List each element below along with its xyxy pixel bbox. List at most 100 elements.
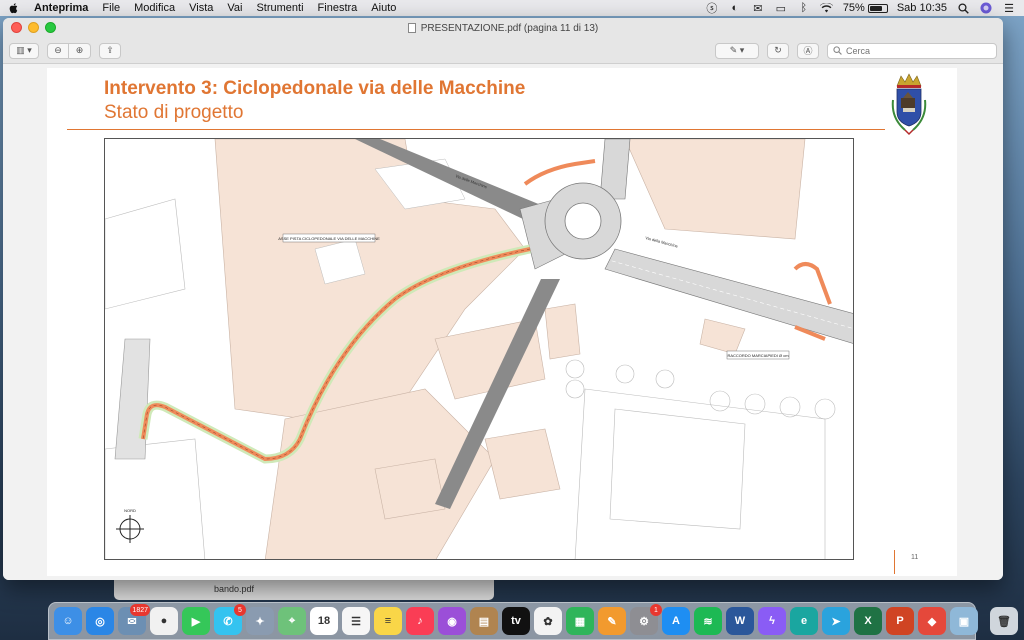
map-raccordo-label: RACCORDO MARCIAPIEDI Ø cm xyxy=(727,353,789,358)
menu-clock[interactable]: Sab 10:35 xyxy=(897,2,947,14)
dock-glyph: ϟ xyxy=(769,615,775,627)
dock-telegram-icon[interactable]: ➤ xyxy=(822,607,850,635)
dock-glyph: 🗑 xyxy=(997,615,1011,628)
spotlight-search-icon[interactable] xyxy=(956,2,970,14)
dock-glyph: ▶ xyxy=(191,615,201,628)
sidebar-toggle-button[interactable]: ▥ ▾ xyxy=(9,42,39,59)
close-window-button[interactable] xyxy=(11,22,22,33)
dock-notes-icon[interactable]: ≡ xyxy=(374,607,402,635)
dock-glyph: ✆ xyxy=(223,615,233,628)
battery-indicator[interactable]: 75% xyxy=(843,2,888,14)
north-label: NORD xyxy=(124,508,136,513)
rotate-button[interactable]: ↻ xyxy=(767,42,789,59)
dock-glyph: ▦ xyxy=(574,615,586,628)
dock-glyph: ≋ xyxy=(703,615,713,628)
dock-glyph: ⚙ xyxy=(639,615,649,628)
background-window[interactable]: bando.pdf xyxy=(114,578,494,600)
dock-glyph: ➤ xyxy=(831,615,841,628)
dock-excel-icon[interactable]: X xyxy=(854,607,882,635)
menu-edit[interactable]: Modifica xyxy=(134,2,175,14)
title-divider xyxy=(67,129,885,130)
siri-icon[interactable] xyxy=(979,2,993,14)
dock-glyph: tv xyxy=(511,615,521,627)
dock-glyph: ● xyxy=(160,615,168,627)
background-file-label: bando.pdf xyxy=(214,584,255,594)
dock: ☺ ◎ ✉ 1827 ● ▶ ✆ 5 ✦ ⌖ 18 ☰ ≡ ♪ ◉ ▤ tv ✿ ▦ ✎ ⚙ 1 A ≋ Wϟ e ➤ X P ◆ ▣ 🗑 xyxy=(48,602,1018,640)
airplay-icon[interactable]: ▭ xyxy=(774,2,788,15)
menu-help[interactable]: Aiuto xyxy=(371,2,396,14)
municipal-crest-logo xyxy=(891,73,927,136)
battery-icon xyxy=(867,3,888,13)
dock-calendar-icon[interactable]: 18 xyxy=(310,607,338,635)
map-street-label-2: Via della Macchine xyxy=(645,235,679,249)
dock-app-store-icon[interactable]: A xyxy=(662,607,690,635)
share-button[interactable]: ⇪ xyxy=(99,42,121,59)
dock-glyph: ✉ xyxy=(127,615,137,628)
zoom-in-button[interactable]: ⊕ xyxy=(69,42,91,59)
onedrive-status-icon[interactable]: ⓢ xyxy=(705,2,719,15)
dock-facetime-icon[interactable]: ▶ xyxy=(182,607,210,635)
slide-title: Intervento 3: Ciclopedonale via delle Ma… xyxy=(104,78,526,99)
dock-system-preferences-icon[interactable]: ⚙ 1 xyxy=(630,604,662,635)
dock-podcasts-icon[interactable]: ◉ xyxy=(438,607,466,635)
dock-photos-icon[interactable]: ✿ xyxy=(534,607,562,635)
dock-numbers-icon[interactable]: ▦ xyxy=(566,607,594,635)
apple-icon[interactable] xyxy=(8,2,20,14)
search-field[interactable] xyxy=(827,42,997,59)
dock-glyph: ✦ xyxy=(255,615,265,628)
minimize-window-button[interactable] xyxy=(28,22,39,33)
menu-tools[interactable]: Strumenti xyxy=(256,2,303,14)
dock-mail-pic-icon[interactable]: ✉ 1827 xyxy=(118,604,150,635)
dock-maps-icon[interactable]: ⌖ xyxy=(278,607,306,635)
dock-messenger-icon[interactable]: ϟ xyxy=(758,607,786,635)
notification-badge: 5 xyxy=(234,604,246,616)
menu-view[interactable]: Vista xyxy=(189,2,213,14)
dock-glyph: e xyxy=(800,615,808,627)
menu-bar: Anteprima File Modifica Vista Vai Strume… xyxy=(0,0,1024,16)
mail-status-icon[interactable]: ✉ xyxy=(751,2,765,15)
annotate-button[interactable]: Ⓐ xyxy=(797,42,819,59)
window-titlebar[interactable]: PRESENTAZIONE.pdf (pagina 11 di 13) xyxy=(3,18,1003,38)
dock-safari-icon[interactable]: ◎ xyxy=(86,607,114,635)
bluetooth-icon[interactable]: ᛒ xyxy=(797,2,811,14)
dock-anydesk-icon[interactable]: ◆ xyxy=(918,607,946,635)
dock-finder-icon[interactable]: ☺ xyxy=(54,607,82,635)
dock-launchpad-icon[interactable]: ✦ xyxy=(246,607,274,635)
dock-spotify-icon[interactable]: ≋ xyxy=(694,607,722,635)
document-icon xyxy=(407,23,416,33)
zoom-out-button[interactable]: ⊖ xyxy=(47,42,69,59)
dock-glyph: 18 xyxy=(317,615,331,627)
sync-status-icon[interactable]: ◐ xyxy=(728,2,742,14)
menu-go[interactable]: Vai xyxy=(227,2,242,14)
dock-glyph: ◉ xyxy=(447,615,457,628)
dock-trash-icon[interactable]: 🗑 xyxy=(990,607,1018,635)
document-view[interactable]: Intervento 3: Ciclopedonale via delle Ma… xyxy=(3,64,1003,580)
dock-glyph: ▣ xyxy=(958,615,970,628)
dock-tv-icon[interactable]: tv xyxy=(502,607,530,635)
dock-glyph: ✿ xyxy=(543,615,553,628)
dock-notebook-icon[interactable]: ▤ xyxy=(470,607,498,635)
dock-chrome-icon[interactable]: ● xyxy=(150,607,178,635)
dock-glyph: ◎ xyxy=(95,615,105,628)
markup-pen-button[interactable]: ✎ ▾ xyxy=(715,42,759,59)
wifi-icon[interactable] xyxy=(820,2,834,14)
dock-glyph: ☺ xyxy=(62,615,74,627)
fullscreen-window-button[interactable] xyxy=(45,22,56,33)
menu-app-name[interactable]: Anteprima xyxy=(34,2,88,14)
dock-edge-icon[interactable]: e xyxy=(790,607,818,635)
dock-powerpoint-icon[interactable]: P xyxy=(886,607,914,635)
control-center-icon[interactable]: ☰ xyxy=(1002,2,1016,15)
dock-messages-icon[interactable]: ✆ 5 xyxy=(214,604,246,635)
search-input[interactable] xyxy=(846,45,976,56)
notification-badge: 1 xyxy=(650,604,662,616)
menu-window[interactable]: Finestra xyxy=(318,2,358,14)
dock-pages-icon[interactable]: ✎ xyxy=(598,607,626,635)
dock-music-icon[interactable]: ♪ xyxy=(406,607,434,635)
dock-reminders-icon[interactable]: ☰ xyxy=(342,607,370,635)
dock-glyph: W xyxy=(734,615,746,627)
dock-glyph: ◆ xyxy=(927,615,937,628)
dock-preview-icon[interactable]: ▣ xyxy=(950,607,978,635)
dock-word-icon[interactable]: W xyxy=(726,607,754,635)
page-number: 11 xyxy=(911,554,919,561)
menu-file[interactable]: File xyxy=(102,2,120,14)
